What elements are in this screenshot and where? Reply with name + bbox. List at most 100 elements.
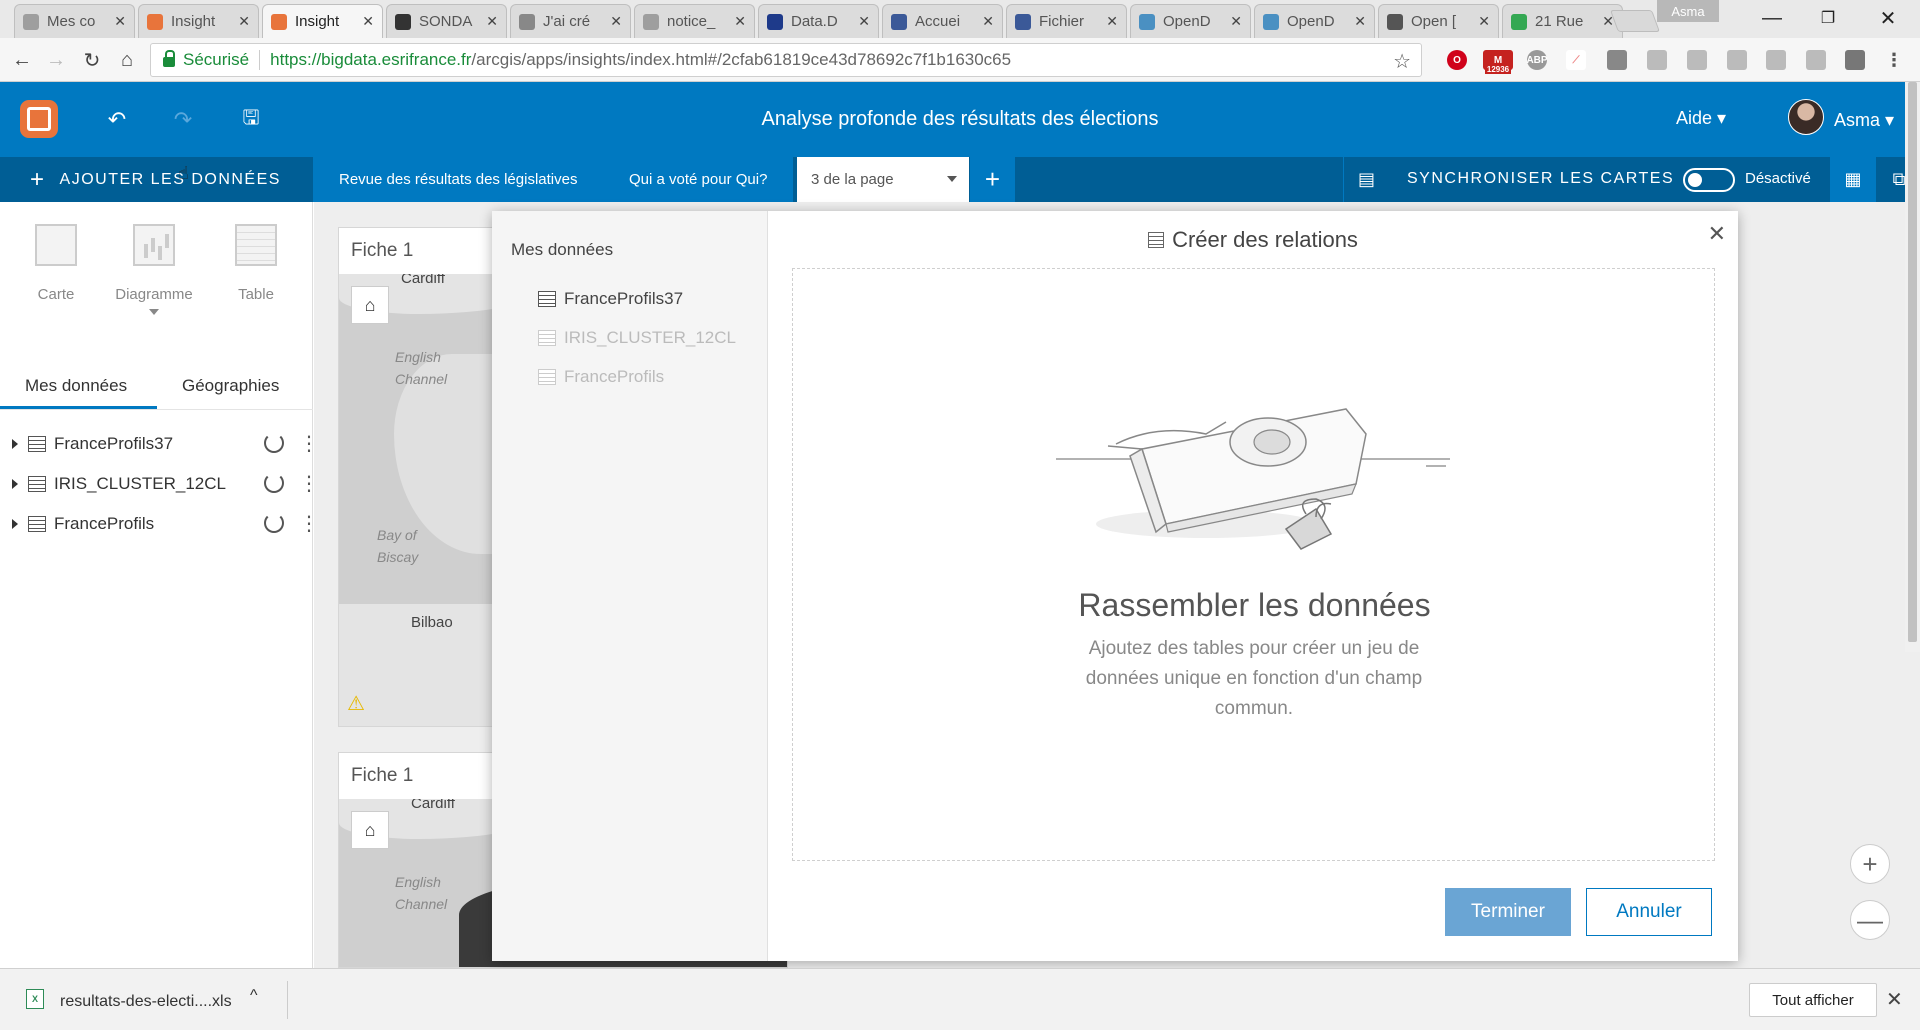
minimize-icon[interactable]: — [1748, 0, 1796, 36]
extension-icon[interactable]: ⟋ [1566, 50, 1586, 70]
gmail-extension-icon[interactable]: 12936 M [1483, 50, 1513, 74]
close-tab-icon[interactable]: ✕ [362, 13, 374, 30]
browser-tab[interactable]: Data.D ✕ [758, 4, 879, 38]
back-icon[interactable]: ← [9, 47, 35, 73]
reload-icon[interactable]: ↻ [79, 47, 105, 73]
extension-icon[interactable] [1845, 50, 1865, 70]
close-tab-icon[interactable]: ✕ [610, 13, 622, 30]
list-item[interactable]: FranceProfils37 ⋮ [0, 424, 319, 464]
browser-tab[interactable]: Mes co ✕ [14, 4, 135, 38]
home-icon[interactable]: ⌂ [351, 811, 389, 849]
data-table-icon[interactable]: ▤ [1343, 157, 1389, 202]
url-text[interactable]: https://bigdata.esrifrance.fr/arcgis/app… [270, 50, 1011, 70]
browser-tab-label: OpenD [1287, 13, 1335, 30]
opera-extension-icon[interactable]: O [1447, 50, 1467, 70]
viz-chart-button[interactable]: Diagramme [109, 224, 199, 315]
home-icon[interactable]: ⌂ [351, 286, 389, 324]
add-page-button[interactable]: + [970, 157, 1015, 202]
chevron-up-icon[interactable]: ^ [250, 987, 258, 1005]
browser-tab[interactable]: notice_ ✕ [634, 4, 755, 38]
browser-tab[interactable]: Open [ ✕ [1378, 4, 1499, 38]
browser-tab[interactable]: Insight ✕ [138, 4, 259, 38]
close-tab-icon[interactable]: ✕ [486, 13, 498, 30]
bookmark-star-icon[interactable]: ☆ [1393, 49, 1411, 74]
user-menu[interactable]: Asma ▾ [1834, 110, 1894, 131]
extension-icon[interactable] [1806, 50, 1826, 70]
page-scrollbar[interactable] [1905, 82, 1920, 652]
extension-icon[interactable] [1727, 50, 1747, 70]
warning-icon[interactable]: ⚠ [347, 691, 365, 716]
add-data-button[interactable]: + AJOUTER LES DONNÉES [0, 157, 313, 202]
download-file-name[interactable]: resultats-des-electi....xls [60, 993, 232, 1011]
viz-map-button[interactable]: Carte [11, 224, 101, 303]
viz-map-label: Carte [37, 286, 75, 303]
download-shelf: X resultats-des-electi....xls ^ Tout aff… [0, 968, 1920, 1030]
browser-tab-label: Insight [171, 13, 216, 30]
dialog-table-item[interactable]: FranceProfils37 [538, 289, 683, 309]
browser-menu-icon[interactable]: ⋮ [1884, 50, 1904, 70]
show-all-downloads-button[interactable]: Tout afficher [1749, 983, 1877, 1017]
zoom-in-button[interactable]: + [1850, 844, 1890, 884]
close-tab-icon[interactable]: ✕ [1354, 13, 1366, 30]
close-tab-icon[interactable]: ✕ [1106, 13, 1118, 30]
tab-page-2[interactable]: Qui a voté pour Qui? [603, 157, 795, 202]
browser-tab[interactable]: J'ai cré ✕ [510, 4, 631, 38]
url-bar[interactable]: Sécurisé https://bigdata.esrifrance.fr/a… [150, 43, 1422, 77]
restore-icon[interactable]: ❐ [1804, 0, 1852, 36]
close-icon[interactable]: ✕ [1708, 221, 1726, 247]
extension-icon[interactable] [1647, 50, 1667, 70]
refresh-icon[interactable] [264, 473, 284, 493]
browser-tab[interactable]: SONDA ✕ [386, 4, 507, 38]
tab-geographies[interactable]: Géographies [182, 376, 279, 396]
browser-tab[interactable]: OpenD ✕ [1254, 4, 1375, 38]
scrollbar-thumb[interactable] [1908, 82, 1917, 642]
tab-my-data[interactable]: Mes données [25, 376, 127, 396]
refresh-icon[interactable] [264, 513, 284, 533]
tab-page-1[interactable]: Revue des résultats des législatives [313, 157, 605, 202]
expand-icon[interactable] [12, 479, 18, 489]
sync-maps-toggle[interactable] [1683, 168, 1735, 192]
chevron-down-icon[interactable] [149, 309, 159, 315]
forward-icon[interactable]: → [43, 47, 69, 73]
viz-table-button[interactable]: Table [211, 224, 301, 303]
extension-icon[interactable] [1687, 50, 1707, 70]
close-tab-icon[interactable]: ✕ [1230, 13, 1242, 30]
list-item[interactable]: IRIS_CLUSTER_12CL ⋮ [0, 464, 319, 504]
browser-tab-label: Open [ [1411, 13, 1457, 30]
page-selector[interactable]: 3 de la page [797, 157, 969, 202]
close-icon[interactable]: ✕ [1886, 987, 1903, 1012]
avatar[interactable] [1788, 99, 1824, 135]
close-tab-icon[interactable]: ✕ [114, 13, 126, 30]
new-tab-button[interactable] [1609, 10, 1661, 32]
map-label: English Channel [395, 349, 448, 387]
layout-icon[interactable]: ▦ [1830, 157, 1876, 202]
dialog-table-item[interactable]: IRIS_CLUSTER_12CL [538, 328, 736, 348]
browser-tab[interactable]: Fichier ✕ [1006, 4, 1127, 38]
home-icon[interactable]: ⌂ [114, 47, 140, 73]
close-tab-icon[interactable]: ✕ [982, 13, 994, 30]
extension-icon[interactable] [1766, 50, 1786, 70]
page-title: Analyse profonde des résultats des élect… [761, 108, 1159, 130]
close-tab-icon[interactable]: ✕ [858, 13, 870, 30]
close-window-icon[interactable]: ✕ [1864, 0, 1912, 36]
dialog-table-item[interactable]: FranceProfils [538, 367, 664, 387]
browser-tab[interactable]: 21 Rue ✕ [1502, 4, 1623, 38]
zoom-out-button[interactable]: — [1850, 900, 1890, 940]
refresh-icon[interactable] [264, 433, 284, 453]
finish-button[interactable]: Terminer [1445, 888, 1571, 936]
extension-icon[interactable] [1607, 50, 1627, 70]
close-tab-icon[interactable]: ✕ [238, 13, 250, 30]
list-item[interactable]: FranceProfils ⋮ [0, 504, 319, 544]
expand-icon[interactable] [12, 519, 18, 529]
close-tab-icon[interactable]: ✕ [1478, 13, 1490, 30]
adblock-extension-icon[interactable]: ABP [1526, 50, 1548, 70]
expand-icon[interactable] [12, 439, 18, 449]
cancel-button[interactable]: Annuler [1586, 888, 1712, 936]
browser-tab[interactable]: Accuei ✕ [882, 4, 1003, 38]
close-tab-icon[interactable]: ✕ [734, 13, 746, 30]
browser-tab[interactable]: Insight ✕ [262, 4, 383, 38]
relationship-drop-zone[interactable]: Rassembler les données Ajoutez des table… [792, 268, 1715, 861]
browser-profile-chip[interactable]: Asma [1657, 0, 1719, 22]
help-menu[interactable]: Aide ▾ [1676, 108, 1726, 129]
browser-tab[interactable]: OpenD ✕ [1130, 4, 1251, 38]
